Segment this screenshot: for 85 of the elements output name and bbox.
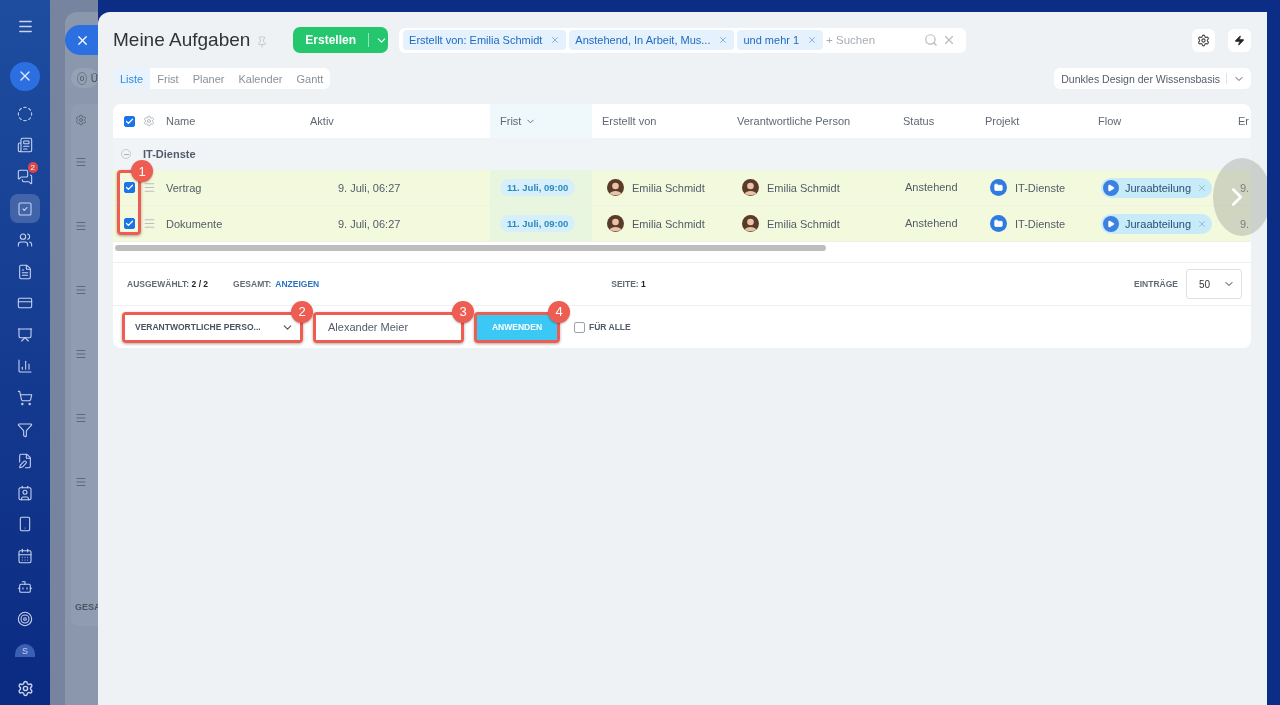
total-label: GESAMT: — [233, 279, 272, 289]
person-name: Emilia Schmidt — [632, 181, 705, 194]
theme-dropdown[interactable]: Dunkles Design der Wissensbasis — [1054, 68, 1251, 89]
group-label: IT-Dienste — [143, 148, 196, 160]
column-header[interactable]: Status — [893, 104, 975, 138]
play-icon — [1103, 215, 1119, 232]
column-header[interactable]: Er — [1228, 104, 1251, 138]
status-text: Anstehend — [905, 216, 958, 229]
row-checkbox[interactable] — [124, 182, 135, 193]
view-tab[interactable]: Frist — [150, 68, 186, 89]
person-name: Emilia Schmidt — [632, 217, 705, 230]
flow-tag[interactable]: Juraabteilung — [1101, 213, 1213, 234]
avatar — [607, 215, 624, 232]
column-header[interactable]: Erstellt von — [592, 104, 727, 138]
column-header[interactable]: Name — [160, 104, 300, 138]
table-cell: 9. Juli, 06:27 — [338, 181, 401, 194]
person-name: Emilia Schmidt — [767, 181, 840, 194]
field-dropdown[interactable]: VERANTWORTLICHE PERSO... — [125, 314, 300, 340]
settings-button[interactable] — [1192, 28, 1215, 52]
user-avatar[interactable]: S — [15, 643, 35, 658]
person-input-field[interactable]: Alexander Meier — [316, 314, 461, 340]
view-tab[interactable]: Kalender — [231, 68, 290, 89]
task-name[interactable]: Dokumente — [166, 217, 223, 230]
drag-handle-icon — [75, 156, 87, 168]
checkbox-label: FÜR ALLE — [589, 322, 631, 332]
drag-handle-icon[interactable] — [143, 217, 156, 230]
avatar — [742, 215, 759, 232]
deadline-badge: 11. Juli, 09:00 — [500, 179, 576, 196]
counter-chip: 0 Ü — [71, 68, 98, 88]
close-button[interactable] — [65, 25, 98, 55]
filter-chip[interactable]: Anstehend, In Arbeit, Mus... — [569, 30, 735, 50]
avatar — [742, 179, 759, 196]
play-icon — [1103, 179, 1119, 196]
table-cell: 9. — [1240, 217, 1250, 230]
project-name: IT-Dienste — [1015, 181, 1066, 194]
folder-icon — [990, 215, 1007, 232]
page-title: Meine Aufgaben — [113, 29, 251, 51]
search-placeholder: + Suchen — [826, 34, 876, 46]
project-name: IT-Dienste — [1015, 217, 1066, 230]
status-text: Anstehend — [905, 180, 958, 193]
view-tab[interactable]: Liste — [113, 68, 151, 89]
flow-tag[interactable]: Juraabteilung — [1101, 177, 1213, 198]
view-tab[interactable]: Planer — [185, 68, 232, 89]
avatar — [607, 179, 624, 196]
drag-handle-icon — [75, 476, 87, 488]
page-indicator: SEITE: 1 — [611, 279, 646, 289]
lightning-button[interactable] — [1228, 28, 1251, 52]
deadline-badge: 11. Juli, 09:00 — [500, 215, 576, 232]
close-button[interactable] — [10, 61, 40, 92]
select-all-checkbox[interactable] — [124, 115, 135, 127]
row-checkbox[interactable] — [124, 218, 135, 229]
drag-handle-icon — [75, 412, 87, 424]
drag-handle-icon[interactable] — [143, 181, 156, 194]
filter-chip[interactable]: und mehr 1 — [737, 30, 824, 50]
step-badge: 2 — [291, 300, 313, 323]
step-badge: 4 — [548, 300, 570, 323]
task-icon[interactable] — [10, 193, 40, 224]
gear-icon — [75, 114, 87, 126]
search-field[interactable]: Erstellt von: Emilia Schmidt Anstehend, In Arbeit, Mus... und mehr 1 + Suchen — [399, 27, 967, 53]
column-header[interactable]: Aktiv — [300, 104, 490, 138]
column-header[interactable]: Frist — [490, 104, 592, 138]
folder-icon — [990, 179, 1007, 196]
view-tab[interactable]: Gantt — [289, 68, 331, 89]
drag-handle-icon — [75, 348, 87, 360]
person-name: Emilia Schmidt — [767, 217, 840, 230]
table-cell: 9. — [1240, 181, 1250, 194]
filter-chip[interactable]: Erstellt von: Emilia Schmidt — [403, 30, 567, 50]
count-badge: 2 — [27, 162, 38, 174]
task-name[interactable]: Vertrag — [166, 181, 202, 194]
entries-label: EINTRÄGE — [1134, 279, 1178, 289]
settings-icon — [1197, 33, 1210, 47]
column-header[interactable]: Flow — [1088, 104, 1228, 138]
chat-icon[interactable]: 2 — [10, 162, 40, 192]
checkbox[interactable] — [574, 321, 585, 333]
show-link[interactable]: ANZEIGEN — [275, 279, 320, 289]
column-header[interactable]: Verantwortliche Person — [727, 104, 893, 138]
scrollbar-thumb[interactable] — [115, 245, 826, 251]
column-header[interactable]: Projekt — [975, 104, 1088, 138]
selected-count: AUSGEWÄHLT: 2 / 2 — [127, 279, 209, 289]
lightning-icon — [1234, 34, 1245, 46]
entries-dropdown[interactable]: 50 — [1186, 269, 1242, 299]
step-badge: 3 — [452, 300, 474, 323]
drag-handle-icon — [75, 284, 87, 296]
drag-handle-icon — [75, 220, 87, 232]
table-cell: 9. Juli, 06:27 — [338, 217, 401, 230]
